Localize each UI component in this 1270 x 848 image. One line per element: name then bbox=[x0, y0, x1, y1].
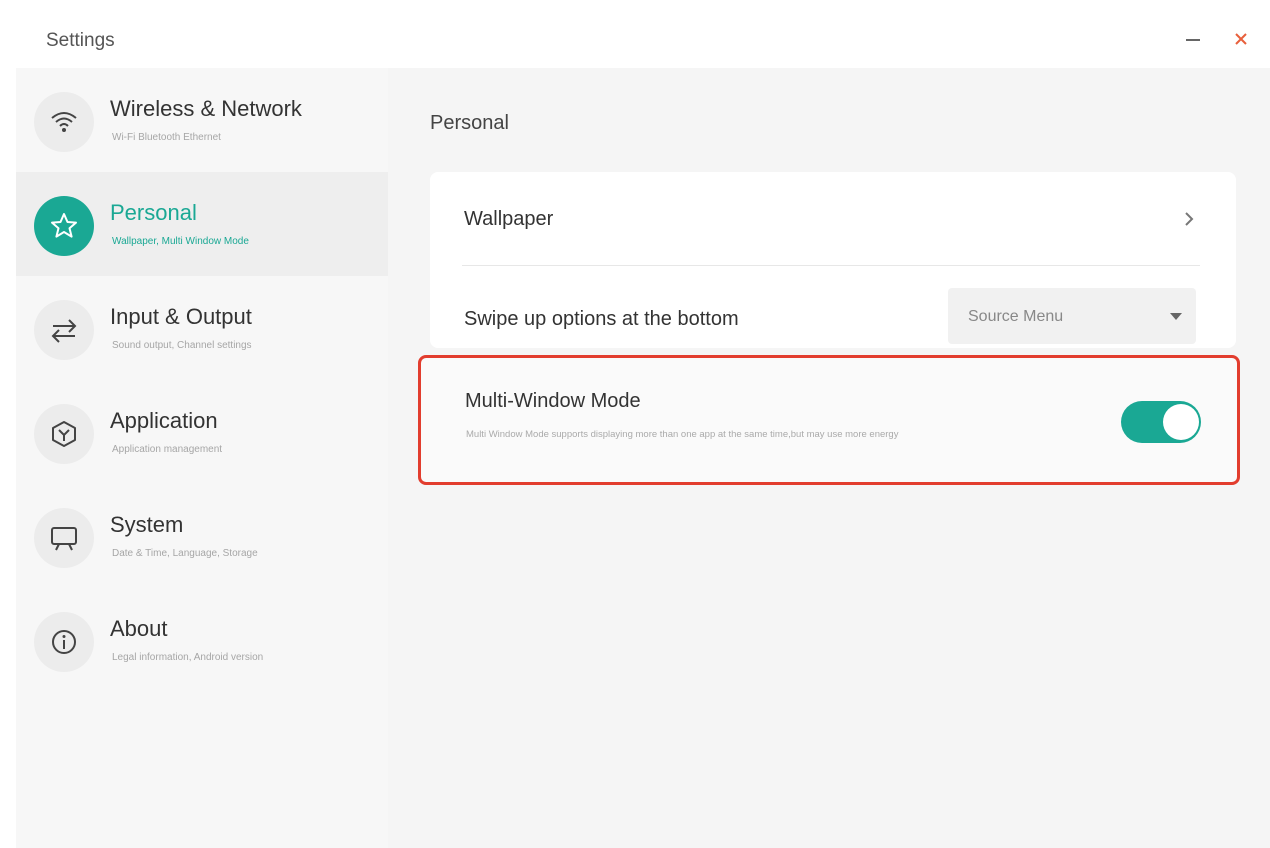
dropdown-selected-value: Source Menu bbox=[968, 308, 1064, 325]
multi-window-mode-row: Multi-Window Mode Multi Window Mode supp… bbox=[418, 355, 1240, 485]
sidebar-item-label: Application bbox=[110, 408, 218, 433]
multi-window-mode-label: Multi-Window Mode bbox=[465, 390, 641, 412]
sidebar-item-sublabel: Application management bbox=[112, 444, 223, 455]
close-button[interactable] bbox=[1226, 24, 1256, 54]
sidebar: Wireless & Network Wi-Fi Bluetooth Ether… bbox=[16, 68, 388, 848]
sidebar-item-personal[interactable]: Personal Wallpaper, Multi Window Mode bbox=[16, 172, 388, 276]
app-hexagon-icon bbox=[34, 404, 94, 464]
wifi-icon bbox=[34, 92, 94, 152]
sidebar-item-sublabel: Wallpaper, Multi Window Mode bbox=[112, 236, 249, 247]
sidebar-item-about[interactable]: About Legal information, Android version bbox=[16, 588, 388, 692]
settings-window: Settings Wireless & Network Wi-Fi Blueto… bbox=[0, 0, 1270, 848]
wallpaper-label: Wallpaper bbox=[464, 208, 554, 230]
page-title: Personal bbox=[430, 112, 509, 134]
sidebar-item-label: About bbox=[110, 616, 168, 641]
caret-down-icon bbox=[1170, 313, 1182, 320]
info-icon bbox=[34, 612, 94, 672]
sidebar-item-system[interactable]: System Date & Time, Language, Storage bbox=[16, 484, 388, 588]
title-bar: Settings bbox=[0, 0, 1270, 68]
swipe-options-label: Swipe up options at the bottom bbox=[464, 308, 739, 330]
star-icon bbox=[34, 196, 94, 256]
multi-window-mode-toggle[interactable] bbox=[1121, 401, 1201, 443]
chevron-right-icon bbox=[1185, 212, 1194, 226]
sidebar-item-sublabel: Legal information, Android version bbox=[112, 652, 264, 663]
sidebar-item-wireless-network[interactable]: Wireless & Network Wi-Fi Bluetooth Ether… bbox=[16, 68, 388, 172]
swipe-options-dropdown[interactable]: Source Menu bbox=[948, 288, 1196, 344]
sidebar-item-label: Input & Output bbox=[110, 304, 252, 329]
sidebar-item-sublabel: Sound output, Channel settings bbox=[112, 340, 252, 351]
wallpaper-row[interactable]: Wallpaper bbox=[430, 172, 1236, 260]
sidebar-item-application[interactable]: Application Application management bbox=[16, 380, 388, 484]
sidebar-item-label: Wireless & Network bbox=[110, 96, 302, 121]
close-icon bbox=[1235, 33, 1247, 45]
minimize-button[interactable] bbox=[1178, 24, 1208, 54]
minimize-icon bbox=[1186, 39, 1200, 41]
divider bbox=[462, 265, 1200, 266]
monitor-icon bbox=[34, 508, 94, 568]
sidebar-item-label: Personal bbox=[110, 200, 197, 225]
window-title: Settings bbox=[46, 30, 115, 51]
sidebar-item-sublabel: Wi-Fi Bluetooth Ethernet bbox=[112, 132, 221, 143]
swipe-options-row: Swipe up options at the bottom Source Me… bbox=[430, 268, 1236, 356]
toggle-knob bbox=[1163, 404, 1199, 440]
sidebar-item-label: System bbox=[110, 512, 184, 537]
sidebar-item-sublabel: Date & Time, Language, Storage bbox=[112, 548, 258, 559]
swap-arrows-icon bbox=[34, 300, 94, 360]
main-panel: Personal Wallpaper Swipe up options at t… bbox=[388, 68, 1270, 848]
multi-window-mode-description: Multi Window Mode supports displaying mo… bbox=[466, 429, 899, 440]
sidebar-item-input-output[interactable]: Input & Output Sound output, Channel set… bbox=[16, 276, 388, 380]
personal-settings-card: Wallpaper Swipe up options at the bottom… bbox=[430, 172, 1236, 348]
